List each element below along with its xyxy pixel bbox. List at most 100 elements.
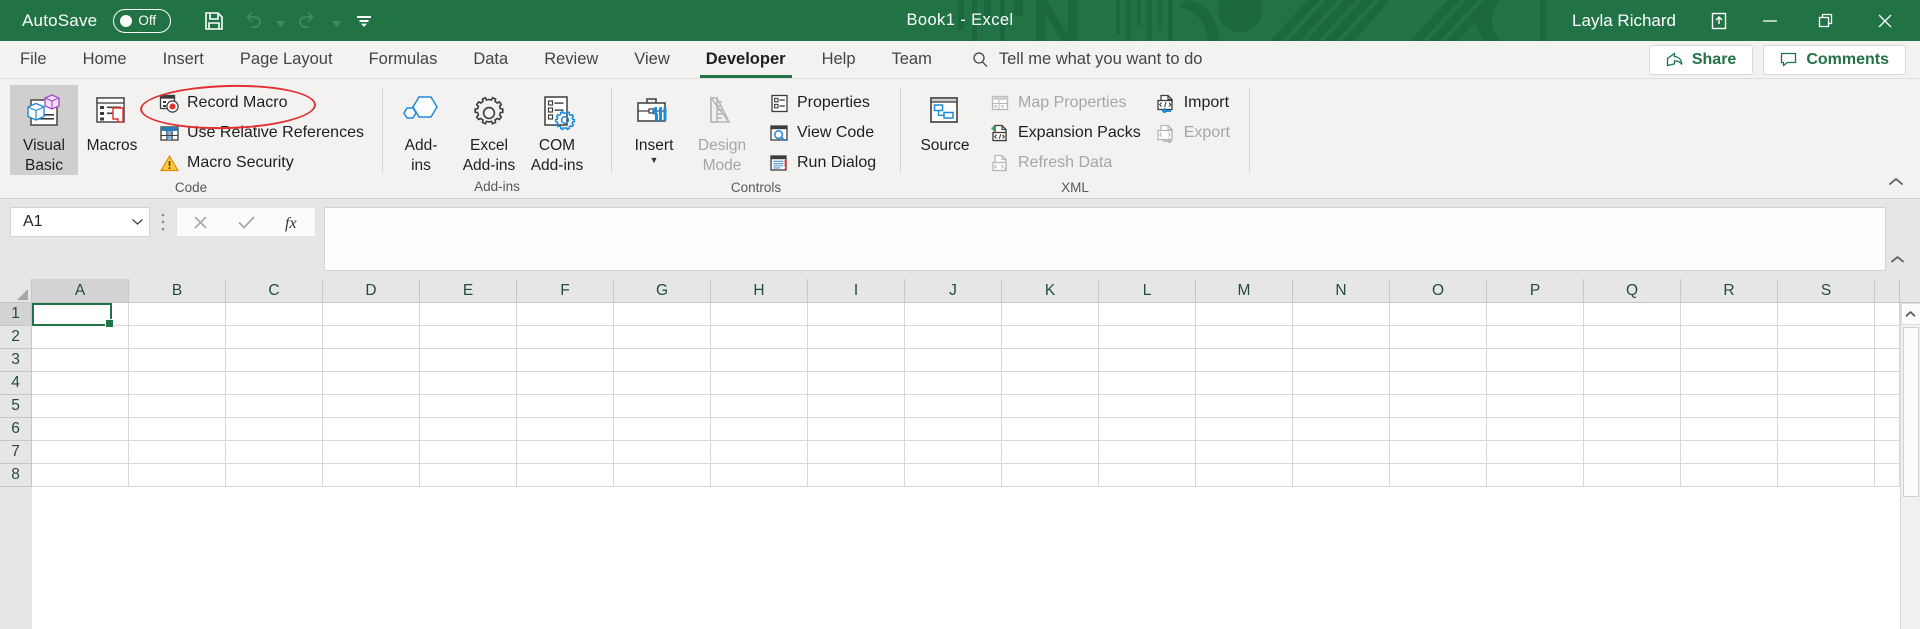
cell-r3[interactable] <box>1681 349 1778 372</box>
cell-s5[interactable] <box>1778 395 1875 418</box>
cell-a8[interactable] <box>32 464 129 487</box>
cell-b2[interactable] <box>129 326 226 349</box>
cell-d5[interactable] <box>323 395 420 418</box>
cell-f3[interactable] <box>517 349 614 372</box>
cell-n2[interactable] <box>1293 326 1390 349</box>
cell-b5[interactable] <box>129 395 226 418</box>
cell-area[interactable] <box>32 303 1900 629</box>
cell-p3[interactable] <box>1487 349 1584 372</box>
cell-s1[interactable] <box>1778 303 1875 326</box>
cell-l5[interactable] <box>1099 395 1196 418</box>
cell-g6[interactable] <box>614 418 711 441</box>
formula-input[interactable] <box>324 207 1886 271</box>
share-button[interactable]: Share <box>1649 45 1753 75</box>
enter-icon[interactable] <box>223 208 269 236</box>
cell-q2[interactable] <box>1584 326 1681 349</box>
column-header-h[interactable]: H <box>711 279 808 303</box>
cell-r5[interactable] <box>1681 395 1778 418</box>
cell-h2[interactable] <box>711 326 808 349</box>
cell-f7[interactable] <box>517 441 614 464</box>
export-button[interactable]: Export <box>1149 119 1236 147</box>
column-header-c[interactable]: C <box>226 279 323 303</box>
cell-i3[interactable] <box>808 349 905 372</box>
column-header-n[interactable]: N <box>1293 279 1390 303</box>
cell-j8[interactable] <box>905 464 1002 487</box>
row-header-5[interactable]: 5 <box>0 395 32 418</box>
cell-e4[interactable] <box>420 372 517 395</box>
cell-g7[interactable] <box>614 441 711 464</box>
cell-h5[interactable] <box>711 395 808 418</box>
cell-f2[interactable] <box>517 326 614 349</box>
cell-p1[interactable] <box>1487 303 1584 326</box>
cell-f4[interactable] <box>517 372 614 395</box>
macro-security-button[interactable]: Macro Security <box>152 149 370 177</box>
cell-b3[interactable] <box>129 349 226 372</box>
cell-o6[interactable] <box>1390 418 1487 441</box>
cell-r7[interactable] <box>1681 441 1778 464</box>
cell-j2[interactable] <box>905 326 1002 349</box>
cell-j5[interactable] <box>905 395 1002 418</box>
cell-m6[interactable] <box>1196 418 1293 441</box>
cell-h3[interactable] <box>711 349 808 372</box>
cell-r8[interactable] <box>1681 464 1778 487</box>
vertical-scrollbar[interactable] <box>1900 303 1920 629</box>
cell-o4[interactable] <box>1390 372 1487 395</box>
tell-me-search[interactable]: Tell me what you want to do <box>950 41 1217 78</box>
record-macro-button[interactable]: Record Macro <box>152 89 370 117</box>
cell-o2[interactable] <box>1390 326 1487 349</box>
autosave-toggle[interactable]: Off <box>113 9 171 33</box>
cell-s8[interactable] <box>1778 464 1875 487</box>
cell-a1[interactable] <box>32 303 129 326</box>
cell-i4[interactable] <box>808 372 905 395</box>
cell-j1[interactable] <box>905 303 1002 326</box>
row-header-8[interactable]: 8 <box>0 464 32 487</box>
cell-c6[interactable] <box>226 418 323 441</box>
tab-home[interactable]: Home <box>65 41 145 78</box>
cell-q3[interactable] <box>1584 349 1681 372</box>
redo-icon[interactable] <box>291 6 325 36</box>
cell-e5[interactable] <box>420 395 517 418</box>
cell-k8[interactable] <box>1002 464 1099 487</box>
cell-e2[interactable] <box>420 326 517 349</box>
cell-d3[interactable] <box>323 349 420 372</box>
cell-l6[interactable] <box>1099 418 1196 441</box>
chevron-down-icon[interactable] <box>132 217 143 228</box>
cell-b6[interactable] <box>129 418 226 441</box>
save-icon[interactable] <box>197 6 231 36</box>
cell-g2[interactable] <box>614 326 711 349</box>
cell-h1[interactable] <box>711 303 808 326</box>
cell-f5[interactable] <box>517 395 614 418</box>
collapse-ribbon-icon[interactable] <box>1882 170 1910 194</box>
view-code-button[interactable]: View Code <box>762 119 882 147</box>
ribbon-display-options-icon[interactable] <box>1696 0 1742 41</box>
cell-a4[interactable] <box>32 372 129 395</box>
cell-t1[interactable] <box>1875 303 1900 326</box>
cancel-icon[interactable] <box>177 208 223 236</box>
cell-l4[interactable] <box>1099 372 1196 395</box>
xml-source-button[interactable]: Source <box>911 85 979 155</box>
cell-c1[interactable] <box>226 303 323 326</box>
cell-k4[interactable] <box>1002 372 1099 395</box>
cell-b8[interactable] <box>129 464 226 487</box>
visual-basic-button[interactable]: Visual Basic <box>10 85 78 175</box>
cell-l3[interactable] <box>1099 349 1196 372</box>
row-header-2[interactable]: 2 <box>0 326 32 349</box>
close-icon[interactable] <box>1854 0 1916 41</box>
cell-a7[interactable] <box>32 441 129 464</box>
properties-button[interactable]: Properties <box>762 89 882 117</box>
cell-q1[interactable] <box>1584 303 1681 326</box>
cell-t6[interactable] <box>1875 418 1900 441</box>
column-header-r[interactable]: R <box>1681 279 1778 303</box>
cell-h4[interactable] <box>711 372 808 395</box>
cell-m1[interactable] <box>1196 303 1293 326</box>
tab-file[interactable]: File <box>0 41 65 78</box>
cell-e3[interactable] <box>420 349 517 372</box>
cell-m8[interactable] <box>1196 464 1293 487</box>
cell-s4[interactable] <box>1778 372 1875 395</box>
cell-k1[interactable] <box>1002 303 1099 326</box>
cell-b7[interactable] <box>129 441 226 464</box>
cell-t7[interactable] <box>1875 441 1900 464</box>
row-header-7[interactable]: 7 <box>0 441 32 464</box>
cell-d4[interactable] <box>323 372 420 395</box>
expand-formula-bar-icon[interactable] <box>1884 249 1910 269</box>
